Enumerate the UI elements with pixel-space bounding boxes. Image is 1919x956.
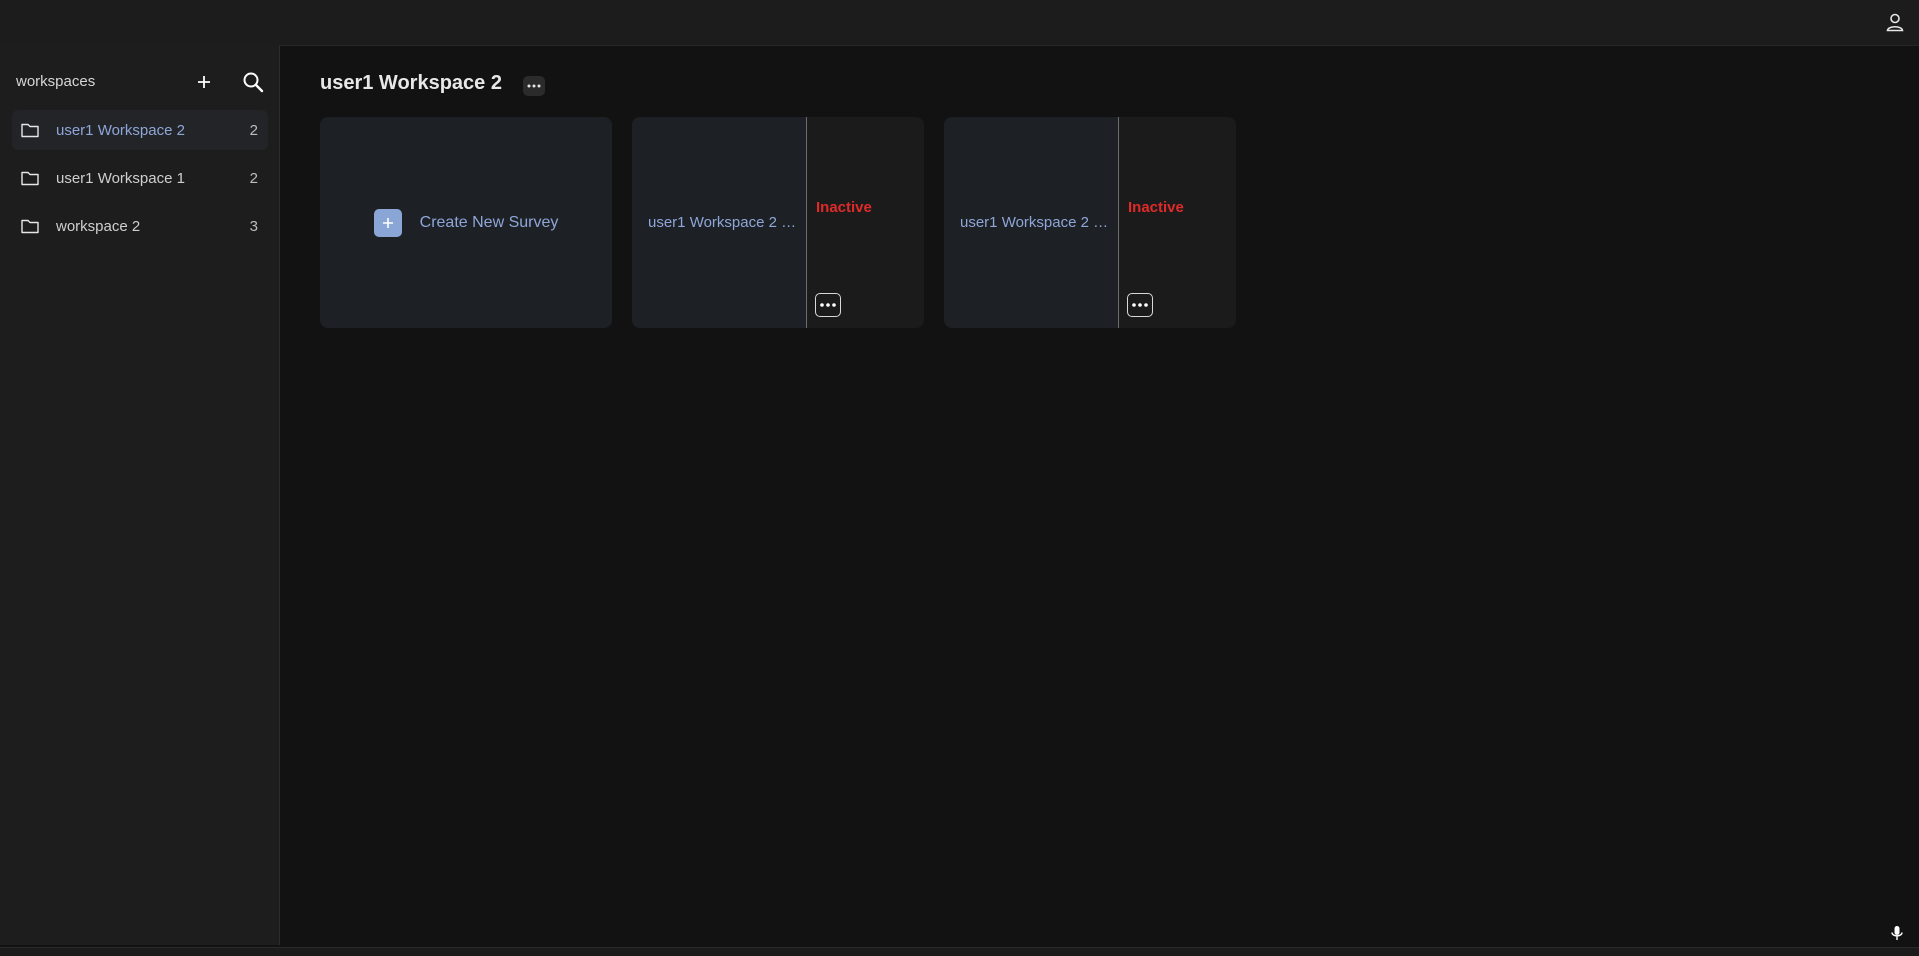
sidebar-header: workspaces [16,67,266,97]
top-bar [0,0,1919,46]
survey-card[interactable]: user1 Workspace 2 Survey Inactive [632,117,924,328]
survey-options-button[interactable] [1127,293,1153,317]
page-title: user1 Workspace 2 [320,72,502,94]
search-icon [243,72,264,93]
more-horizontal-icon [1132,303,1148,307]
workspace-options-button[interactable] [523,76,545,96]
workspace-item-count: 2 [249,169,258,187]
survey-name: user1 Workspace 2 Survey [960,214,1110,231]
more-horizontal-icon [820,303,836,307]
workspace-item-user1-workspace-2[interactable]: user1 Workspace 2 2 [12,110,268,150]
folder-icon [20,120,40,140]
workspace-item-count: 3 [249,217,258,235]
workspace-item-label: workspace 2 [56,217,141,235]
bottom-status-strip [0,947,1919,956]
survey-status-badge: Inactive [816,199,872,216]
microphone-icon [1891,926,1903,940]
survey-status-badge: Inactive [1128,199,1184,216]
survey-card-preview: user1 Workspace 2 Survey [944,117,1119,328]
create-new-survey-card[interactable]: Create New Survey [320,117,612,328]
microphone-button[interactable] [1887,922,1907,944]
plus-icon [198,76,210,88]
workspace-item-user1-workspace-1[interactable]: user1 Workspace 1 2 [12,158,268,198]
survey-name: user1 Workspace 2 Survey [648,214,798,231]
workspace-list: user1 Workspace 2 2 user1 Workspace 1 2 … [12,110,268,254]
workspace-item-label: user1 Workspace 1 [56,169,185,187]
search-workspaces-button[interactable] [238,67,268,97]
create-new-survey-label: Create New Survey [419,213,559,231]
sidebar: workspaces user1 Workspace 2 2 user1 Wor… [0,45,280,945]
folder-icon [20,216,40,236]
plus-icon [373,208,402,237]
workspace-item-workspace-2[interactable]: workspace 2 3 [12,206,268,246]
folder-icon [20,168,40,188]
sidebar-title: workspaces [16,73,96,90]
more-horizontal-icon [527,84,541,88]
survey-card-preview: user1 Workspace 2 Survey [632,117,807,328]
add-workspace-button[interactable] [189,67,219,97]
survey-card[interactable]: user1 Workspace 2 Survey Inactive [944,117,1236,328]
user-profile-button[interactable] [1883,10,1907,34]
workspace-item-count: 2 [249,121,258,139]
survey-options-button[interactable] [815,293,841,317]
user-icon [1886,13,1904,32]
workspace-item-label: user1 Workspace 2 [56,121,185,139]
